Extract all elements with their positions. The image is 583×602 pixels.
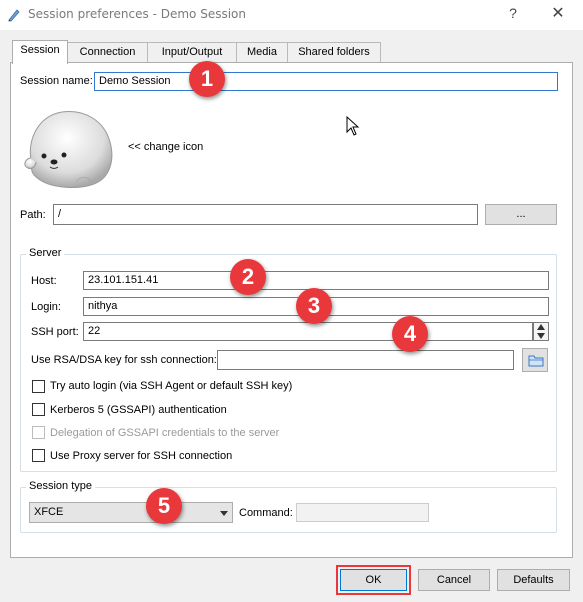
- path-label: Path:: [20, 209, 46, 221]
- defaults-button[interactable]: Defaults: [497, 569, 570, 591]
- session-type-title: Session type: [26, 480, 95, 492]
- gssapi-delegation-label: Delegation of GSSAPI credentials to the …: [50, 427, 280, 439]
- tab-media[interactable]: Media: [236, 42, 288, 63]
- kerberos-checkbox[interactable]: [32, 403, 45, 416]
- session-name-label: Session name:: [20, 75, 93, 87]
- session-name-input[interactable]: Demo Session: [94, 72, 558, 91]
- tab-connection[interactable]: Connection: [67, 42, 148, 63]
- proxy-label: Use Proxy server for SSH connection: [50, 450, 233, 462]
- proxy-checkbox[interactable]: [32, 449, 45, 462]
- callout-marker-3: 3: [296, 288, 332, 324]
- server-group-title: Server: [26, 247, 65, 259]
- tab-shared-folders[interactable]: Shared folders: [287, 42, 381, 63]
- kerberos-label: Kerberos 5 (GSSAPI) authentication: [50, 404, 227, 416]
- ssh-port-label: SSH port:: [31, 326, 79, 338]
- help-button[interactable]: ?: [503, 5, 523, 21]
- command-input: [296, 503, 429, 522]
- mouse-cursor-icon: [346, 116, 360, 136]
- browse-path-button[interactable]: ...: [485, 204, 557, 225]
- stepper-up-icon[interactable]: [537, 324, 545, 330]
- close-button[interactable]: ✕: [548, 3, 568, 23]
- callout-marker-4: 4: [392, 316, 428, 352]
- title-bar: Session preferences - Demo Session ? ✕: [0, 0, 583, 30]
- window-title: Session preferences - Demo Session: [28, 7, 246, 21]
- ssh-port-input[interactable]: 22: [83, 322, 533, 341]
- rsa-key-label: Use RSA/DSA key for ssh connection:: [31, 354, 217, 366]
- auto-login-label: Try auto login (via SSH Agent or default…: [50, 380, 293, 392]
- session-type-select[interactable]: XFCE: [29, 502, 233, 523]
- login-label: Login:: [31, 301, 61, 313]
- cancel-button[interactable]: Cancel: [418, 569, 490, 591]
- gssapi-delegation-checkbox: [32, 426, 45, 439]
- callout-marker-2: 2: [230, 259, 266, 295]
- rsa-key-browse-button[interactable]: [522, 348, 548, 372]
- session-type-value: XFCE: [34, 506, 64, 518]
- ssh-port-stepper[interactable]: [533, 322, 549, 341]
- stepper-down-icon[interactable]: [537, 333, 545, 339]
- callout-marker-5: 5: [146, 488, 182, 524]
- tab-session[interactable]: Session: [12, 40, 68, 64]
- host-label: Host:: [31, 275, 57, 287]
- rsa-key-input[interactable]: [217, 350, 514, 370]
- app-icon: [8, 9, 20, 22]
- tab-input-output[interactable]: Input/Output: [147, 42, 237, 63]
- chevron-down-icon: [220, 511, 228, 516]
- change-icon-link[interactable]: << change icon: [128, 141, 203, 153]
- path-input[interactable]: /: [53, 204, 478, 225]
- auto-login-checkbox[interactable]: [32, 380, 45, 393]
- seal-icon[interactable]: [22, 104, 118, 190]
- ok-button[interactable]: OK: [340, 569, 407, 591]
- command-label: Command:: [239, 507, 293, 519]
- callout-marker-1: 1: [189, 61, 225, 97]
- folder-icon: [528, 355, 544, 367]
